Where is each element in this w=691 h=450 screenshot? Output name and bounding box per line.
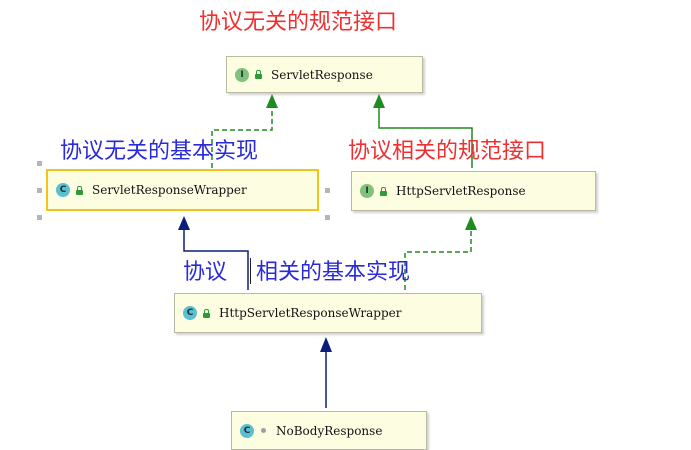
interface-icon: I [360,184,374,198]
node-label: HttpServletResponse [396,184,526,198]
selection-handle[interactable] [37,215,42,220]
public-lock-icon [75,185,84,195]
annotation-top: 协议无关的规范接口 [199,10,398,35]
arrowhead-httpresponse [465,216,477,230]
uml-diagram-canvas: 协议无关的规范接口 协议无关的基本实现 协议相关的规范接口 协议 相关的基本实现… [0,0,691,450]
selection-handle[interactable] [325,188,330,193]
package-private-icon [259,426,268,435]
node-http-servlet-response[interactable]: I HttpServletResponse [351,171,596,211]
arrowhead-servletresponse-right [373,94,385,108]
arrowhead-wrapper [178,216,190,230]
selection-handle[interactable] [325,215,330,220]
class-icon: C [183,306,197,320]
node-label: HttpServletResponseWrapper [219,306,402,320]
node-servlet-response-wrapper[interactable]: C ServletResponseWrapper [46,169,319,211]
node-label: ServletResponseWrapper [92,183,247,197]
arrowhead-httpwrapper [320,337,332,352]
public-lock-icon [379,186,388,196]
annotation-middle-part2: 相关的基本实现 [256,260,411,285]
node-label: NoBodyResponse [276,423,383,438]
annotation-left: 协议无关的基本实现 [60,139,259,164]
interface-icon: I [235,67,249,82]
node-http-servlet-response-wrapper[interactable]: C HttpServletResponseWrapper [174,293,482,333]
selection-handle[interactable] [37,161,42,166]
arrowhead-servletresponse-left [266,94,278,108]
node-servlet-response[interactable]: I ServletResponse [226,56,423,93]
node-no-body-response[interactable]: C NoBodyResponse [231,411,427,450]
class-icon: C [240,423,254,438]
selection-handle[interactable] [37,188,42,193]
node-label: ServletResponse [271,67,373,82]
annotation-right: 协议相关的规范接口 [348,139,547,164]
annotation-middle-part1: 协议 [183,260,228,285]
public-lock-icon [202,308,211,318]
class-icon: C [56,183,70,197]
public-lock-icon [254,70,263,79]
text-cursor [250,258,251,284]
edge-httpwrapper-implements-httpresponse [404,230,472,290]
